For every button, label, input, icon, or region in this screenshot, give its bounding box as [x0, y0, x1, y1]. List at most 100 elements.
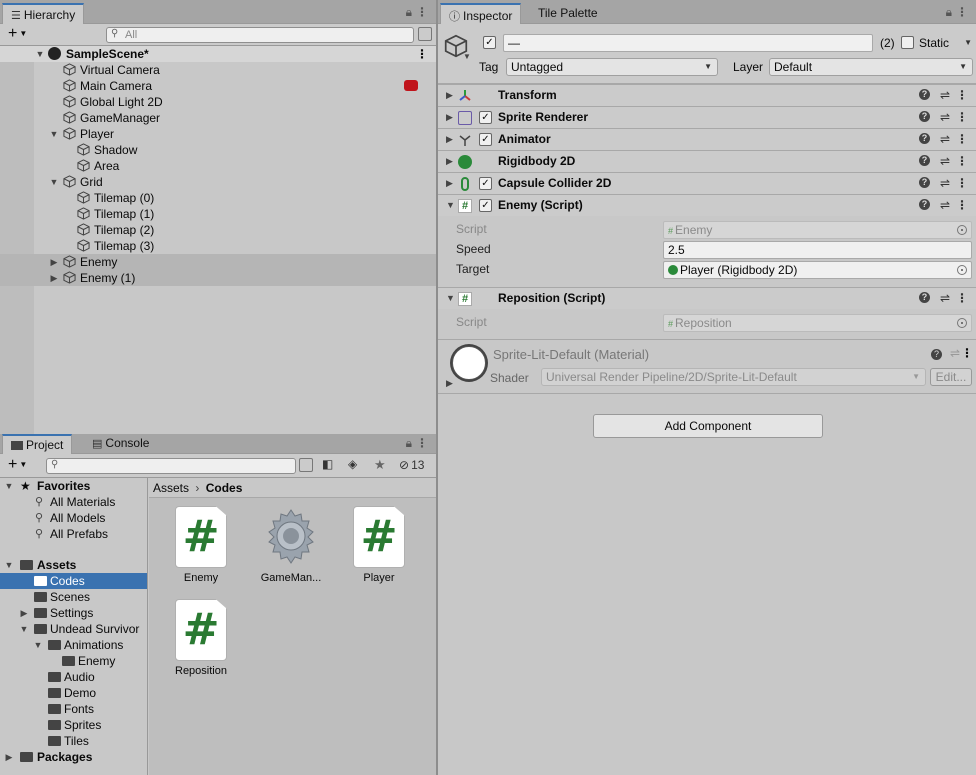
chevron-down-icon[interactable]: ▼	[48, 174, 60, 190]
object-name-field[interactable]: —	[503, 34, 873, 52]
chevron-down-icon[interactable]: ▼	[4, 557, 14, 573]
kebab-menu-icon[interactable]: ⋮	[416, 46, 428, 62]
hierarchy-item[interactable]: Tilemap (0)	[0, 190, 436, 206]
folder-enemy[interactable]: Enemy	[0, 653, 147, 669]
hierarchy-item[interactable]: Tilemap (2)	[0, 222, 436, 238]
enabled-checkbox[interactable]: ✓	[479, 199, 492, 212]
hierarchy-search-input[interactable]: ⚲ All	[106, 27, 414, 43]
hierarchy-item[interactable]: Global Light 2D	[0, 94, 436, 110]
folder-sprites[interactable]: Sprites	[0, 717, 147, 733]
filter-by-type-icon[interactable]: ◧	[322, 457, 333, 471]
component-sprite-renderer[interactable]: ▶ ✓ Sprite Renderer ? ⇌ ⋮	[438, 106, 976, 128]
layer-dropdown[interactable]: Default ▼	[769, 58, 973, 76]
asset-reposition-script[interactable]: # Reposition	[161, 599, 241, 679]
kebab-menu-icon[interactable]: ⋮	[956, 288, 968, 309]
settings-sliders-icon[interactable]: ⇌	[940, 288, 950, 309]
hierarchy-item[interactable]: GameManager	[0, 110, 436, 126]
tab-tile-palette[interactable]: Tile Palette	[530, 3, 606, 24]
settings-sliders-icon[interactable]: ⇌	[940, 85, 950, 106]
folder-undead-survivor[interactable]: ▼ Undead Survivor	[0, 621, 147, 637]
asset-player-script[interactable]: # Player	[339, 506, 419, 586]
kebab-menu-icon[interactable]: ⋮	[416, 5, 428, 19]
help-icon[interactable]: ?	[919, 89, 930, 100]
hierarchy-item[interactable]: Tilemap (3)	[0, 238, 436, 254]
tab-hierarchy[interactable]: ☰ Hierarchy	[2, 3, 85, 24]
kebab-menu-icon[interactable]: ⋮	[956, 107, 968, 128]
scene-row[interactable]: ▼ SampleScene* ⋮	[0, 46, 436, 62]
chevron-right-icon[interactable]: ▶	[446, 129, 453, 150]
settings-sliders-icon[interactable]: ⇌	[940, 129, 950, 150]
static-checkbox[interactable]	[901, 36, 914, 49]
hierarchy-item[interactable]: Area	[0, 158, 436, 174]
chevron-down-icon[interactable]: ▼	[4, 478, 14, 494]
hierarchy-item-selected[interactable]: ▶ Enemy	[0, 254, 436, 270]
tab-inspector[interactable]: ⓘ Inspector	[440, 3, 522, 24]
kebab-menu-icon[interactable]: ⋮	[956, 195, 968, 216]
settings-sliders-icon[interactable]: ⇌	[950, 346, 960, 360]
component-rigidbody-2d[interactable]: ▶ Rigidbody 2D ? ⇌ ⋮	[438, 150, 976, 172]
kebab-menu-icon[interactable]: ⋮	[961, 346, 973, 360]
chevron-down-icon[interactable]: ▼	[19, 621, 29, 637]
settings-sliders-icon[interactable]: ⇌	[940, 195, 950, 216]
folder-fonts[interactable]: Fonts	[0, 701, 147, 717]
lock-icon[interactable]: 🔒︎	[406, 436, 412, 451]
chevron-right-icon[interactable]: ▶	[19, 605, 29, 621]
component-enemy-script[interactable]: ▼ # ✓ Enemy (Script) ? ⇌ ⋮	[438, 194, 976, 216]
folder-audio[interactable]: Audio	[0, 669, 147, 685]
kebab-menu-icon[interactable]: ⋮	[956, 151, 968, 172]
enabled-checkbox[interactable]: ✓	[479, 111, 492, 124]
asset-gamemanager[interactable]: GameMan...	[251, 506, 331, 586]
edit-shader-button[interactable]: Edit...	[930, 368, 972, 386]
project-search-input[interactable]: ⚲	[46, 458, 296, 474]
assets-row[interactable]: ▼ Assets	[0, 557, 147, 573]
tag-dropdown[interactable]: Untagged ▼	[506, 58, 718, 76]
tab-console[interactable]: ▤ Console	[84, 434, 157, 454]
chevron-right-icon[interactable]: ▶	[48, 270, 60, 286]
lock-icon[interactable]: 🔒︎	[946, 5, 952, 20]
add-button[interactable]: + ▼	[8, 455, 27, 475]
chevron-right-icon[interactable]: ▶	[446, 107, 453, 128]
vertical-splitter[interactable]	[436, 0, 438, 775]
chevron-right-icon[interactable]: ▶	[446, 378, 453, 389]
chevron-right-icon[interactable]: ▶	[446, 85, 453, 106]
lock-icon[interactable]: 🔒︎	[406, 5, 412, 20]
help-icon[interactable]: ?	[919, 199, 930, 210]
folder-animations[interactable]: ▼ Animations	[0, 637, 147, 653]
enabled-checkbox[interactable]: ✓	[479, 177, 492, 190]
component-transform[interactable]: ▶ Transform ? ⇌ ⋮	[438, 84, 976, 106]
kebab-menu-icon[interactable]: ⋮	[956, 85, 968, 106]
hierarchy-item[interactable]: Virtual Camera	[0, 62, 436, 78]
kebab-menu-icon[interactable]: ⋮	[416, 436, 428, 450]
folder-demo[interactable]: Demo	[0, 685, 147, 701]
chevron-down-icon[interactable]: ▼	[964, 38, 972, 47]
target-field[interactable]: Player (Rigidbody 2D)	[663, 261, 972, 279]
tab-project[interactable]: Project	[2, 434, 73, 454]
kebab-menu-icon[interactable]: ⋮	[956, 173, 968, 194]
breadcrumb-assets[interactable]: Assets	[153, 481, 189, 495]
folder-settings[interactable]: ▶ Settings	[0, 605, 147, 621]
search-options-icon[interactable]	[299, 458, 313, 472]
help-icon[interactable]: ?	[931, 349, 942, 360]
folder-tiles[interactable]: Tiles	[0, 733, 147, 749]
add-component-button[interactable]: Add Component	[593, 414, 823, 438]
filter-by-label-icon[interactable]: ◈	[348, 457, 357, 471]
hierarchy-item[interactable]: ▼ Grid	[0, 174, 436, 190]
asset-enemy-script[interactable]: # Enemy	[161, 506, 241, 586]
chevron-down-icon[interactable]: ▼	[446, 288, 455, 309]
chevron-right-icon[interactable]: ▶	[446, 173, 453, 194]
hierarchy-item[interactable]: Main Camera	[0, 78, 436, 94]
speed-field[interactable]: 2.5	[663, 241, 972, 259]
packages-row[interactable]: ▶ Packages	[0, 749, 147, 765]
hidden-packages-icon[interactable]: ⊘ 13	[399, 458, 424, 472]
search-options-icon[interactable]	[418, 27, 432, 41]
folder-scenes[interactable]: Scenes	[0, 589, 147, 605]
chevron-right-icon[interactable]: ▶	[446, 151, 453, 172]
chevron-down-icon[interactable]: ▼	[34, 46, 46, 62]
help-icon[interactable]: ?	[919, 111, 930, 122]
chevron-down-icon[interactable]: ▼	[463, 52, 471, 61]
help-icon[interactable]: ?	[919, 133, 930, 144]
chevron-down-icon[interactable]: ▼	[446, 195, 455, 216]
object-picker-icon[interactable]	[957, 265, 967, 275]
settings-sliders-icon[interactable]: ⇌	[940, 173, 950, 194]
component-animator[interactable]: ▶ ✓ Animator ? ⇌ ⋮	[438, 128, 976, 150]
